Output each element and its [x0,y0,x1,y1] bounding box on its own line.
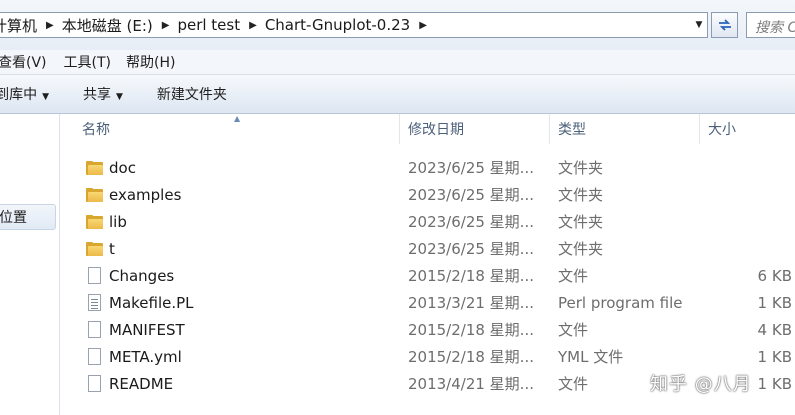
refresh-button[interactable] [711,12,738,38]
refresh-icon [718,19,731,31]
file-row[interactable]: MANIFEST 2015/2/18 星期... 文件 4 KB [60,316,795,343]
file-row[interactable]: META.yml 2015/2/18 星期... YML 文件 1 KB [60,343,795,370]
folder-icon [84,181,104,208]
include-in-library-button[interactable]: ▼ 包含到库中 [0,84,49,104]
file-icon [84,343,104,370]
search-input[interactable]: 搜索 C [746,12,795,38]
file-type: 文件夹 [558,213,604,231]
file-name: examples [109,185,182,204]
file-name: README [109,374,174,393]
file-type: 文件夹 [558,240,604,258]
file-type: Perl program file [558,293,683,312]
file-icon [84,316,104,343]
file-date: 2015/2/18 星期... [408,267,534,285]
file-date: 2023/6/25 星期... [408,213,534,231]
file-type: 文件夹 [558,159,604,177]
file-size: 1 KB [757,347,792,366]
command-label: 共享 [83,87,111,103]
new-folder-button[interactable]: 新建文件夹 [157,84,227,104]
crumb-perl-test[interactable]: perl test [177,16,243,34]
command-label: 包含到库中 [0,87,38,103]
file-type: 文件 [558,321,589,339]
file-size: 1 KB [757,293,792,312]
file-date: 2015/2/18 星期... [408,321,534,339]
file-row[interactable]: t 2023/6/25 星期... 文件夹 [60,235,795,262]
share-button[interactable]: 共享 ▼ [83,84,123,104]
file-row[interactable]: examples 2023/6/25 星期... 文件夹 [60,181,795,208]
file-name: lib [109,212,127,231]
address-bar-area: 计算机 ▶ 本地磁盘 (E:) ▶ perl test ▶ Chart-Gnup… [0,0,795,50]
file-size [700,181,792,208]
menu-view[interactable]: 查看(V) [0,52,47,72]
crumb-computer[interactable]: 计算机 [0,15,40,36]
chevron-down-icon: ▼ [116,92,123,102]
file-name: t [109,239,115,258]
file-size [700,208,792,235]
nav-item-label: 位置 [0,210,27,226]
folder-icon [84,235,104,262]
file-size: 4 KB [757,320,792,339]
file-date: 2023/6/25 星期... [408,240,534,258]
file-type: 文件 [558,267,589,285]
file-date: 2023/6/25 星期... [408,186,534,204]
file-size [700,154,792,181]
crumb-drive[interactable]: 本地磁盘 (E:) [62,15,156,36]
perl-file-icon [84,289,104,316]
file-icon [84,370,104,397]
menu-bar: 查看(V) 工具(T) 帮助(H) [0,50,795,75]
chevron-right-icon[interactable]: ▶ [413,20,435,31]
file-name: doc [109,158,136,177]
file-name: Makefile.PL [109,293,194,312]
address-dropdown-icon[interactable]: ▼ [690,12,708,38]
file-type: 文件 [558,375,589,393]
nav-item-selected[interactable]: 位置 [0,204,56,230]
file-size [700,235,792,262]
chevron-right-icon[interactable]: ▶ [156,20,178,31]
navigation-pane[interactable]: 位置 [0,114,60,415]
file-date: 2023/6/25 星期... [408,159,534,177]
file-name: MANIFEST [109,320,185,339]
chevron-right-icon[interactable]: ▶ [40,20,62,31]
file-date: 2015/2/18 星期... [408,348,534,366]
folder-icon [84,208,104,235]
column-header-size[interactable]: 大小 [700,114,795,144]
file-type: 文件夹 [558,186,604,204]
menu-tools[interactable]: 工具(T) [64,52,111,72]
file-row[interactable]: doc 2023/6/25 星期... 文件夹 [60,154,795,181]
menu-help[interactable]: 帮助(H) [126,52,175,72]
column-header-name[interactable]: 名称 [60,114,400,144]
column-header-date[interactable]: 修改日期 [400,114,550,144]
breadcrumb[interactable]: 计算机 ▶ 本地磁盘 (E:) ▶ perl test ▶ Chart-Gnup… [0,12,708,38]
file-name: Changes [109,266,175,285]
file-type: YML 文件 [558,348,624,366]
command-bar: ▼ 包含到库中 共享 ▼ 新建文件夹 [0,75,795,114]
file-row[interactable]: Changes 2015/2/18 星期... 文件 6 KB [60,262,795,289]
chevron-right-icon[interactable]: ▶ [243,20,265,31]
folder-icon [84,154,104,181]
file-date: 2013/4/21 星期... [408,375,534,393]
chevron-down-icon: ▼ [42,92,49,102]
column-header-type[interactable]: 类型 [550,114,700,144]
file-size: 6 KB [757,266,792,285]
crumb-chart-gnuplot[interactable]: Chart-Gnuplot-0.23 [265,16,413,34]
file-icon [84,262,104,289]
file-row[interactable]: lib 2023/6/25 星期... 文件夹 [60,208,795,235]
file-name: META.yml [109,347,182,366]
file-date: 2013/3/21 星期... [408,294,534,312]
watermark: 知乎 @八月 [650,374,752,395]
file-row[interactable]: Makefile.PL 2013/3/21 星期... Perl program f… [60,289,795,316]
